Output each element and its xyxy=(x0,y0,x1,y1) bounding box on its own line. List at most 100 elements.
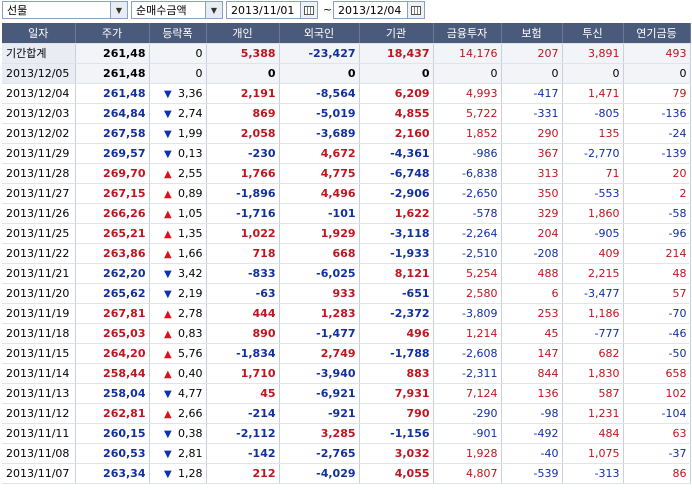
table-row[interactable]: 2013/12/02 267,58 ▼ 1,99 2,058 -3,689 2,160 1,8… xyxy=(2,123,691,144)
table-row[interactable]: 2013/11/27 267,15 ▲ 0,89 -1,896 4,496 -2,906 -2… xyxy=(2,183,691,204)
down-arrow-icon: ▼ xyxy=(164,88,172,100)
cell-financial-investment: -290 xyxy=(433,403,502,424)
cell-change: ▲ 1,05 xyxy=(149,203,207,224)
down-arrow-icon: ▼ xyxy=(164,428,172,440)
table-row[interactable]: 2013/12/03 264,84 ▼ 2,74 869 -5,019 4,855 5,722… xyxy=(2,103,691,124)
calendar-icon[interactable] xyxy=(407,2,424,18)
metric-select[interactable]: 순매수금액 ▼ xyxy=(131,1,223,19)
table-row[interactable]: 2013/11/19 267,81 ▲ 2,78 444 1,283 -2,372 -3,80… xyxy=(2,303,691,324)
table-row[interactable]: 2013/11/20 265,62 ▼ 2,19 -63 933 -651 2,580 6 -3,… xyxy=(2,283,691,304)
cell-insurance: -417 xyxy=(501,83,563,104)
start-date-field[interactable]: 2013/11/01 xyxy=(226,1,318,19)
cell-price: 265,62 xyxy=(75,283,150,304)
cell-individual: -230 xyxy=(206,143,280,164)
market-select[interactable]: 선물 ▼ xyxy=(2,1,128,19)
cell-pension: 2 xyxy=(623,183,691,204)
cell-individual: 5,388 xyxy=(206,43,280,64)
table-row[interactable]: 2013/11/21 262,20 ▼ 3,42 -833 -6,025 8,121 5,25… xyxy=(2,263,691,284)
table-row[interactable]: 2013/11/14 258,44 ▲ 0,40 1,710 -3,940 883 -2,31… xyxy=(2,363,691,384)
cell-financial-investment: -2,264 xyxy=(433,223,502,244)
table-row[interactable]: 2013/11/28 269,70 ▲ 2,55 1,766 4,775 -6,748 -6,… xyxy=(2,163,691,184)
cell-insurance: -208 xyxy=(501,243,563,264)
cell-investment-trust: -905 xyxy=(562,223,624,244)
cell-price: 264,20 xyxy=(75,343,150,364)
table-row[interactable]: 2013/11/22 263,86 ▲ 1,66 718 668 -1,933 -2,510-… xyxy=(2,243,691,264)
table-row[interactable]: 2013/11/08 260,53 ▼ 2,81 -142 -2,765 3,032 1,92… xyxy=(2,443,691,464)
chevron-down-icon[interactable]: ▼ xyxy=(110,2,127,18)
cell-foreign: 4,496 xyxy=(279,183,360,204)
cell-date: 2013/11/13 xyxy=(2,383,76,404)
up-arrow-icon: ▲ xyxy=(164,368,172,380)
cell-date: 2013/11/11 xyxy=(2,423,76,444)
down-arrow-icon: ▼ xyxy=(164,468,172,480)
table-row[interactable]: 2013/11/15 264,20 ▲ 5,76 -1,834 2,749 -1,788 -2… xyxy=(2,343,691,364)
chevron-down-icon[interactable]: ▼ xyxy=(205,2,222,18)
header-individual[interactable]: 개인 xyxy=(206,23,280,44)
header-date[interactable]: 일자 xyxy=(2,23,76,44)
header-investment-trust[interactable]: 투신 xyxy=(562,23,624,44)
cell-institution: 6,209 xyxy=(359,83,434,104)
cell-investment-trust: -313 xyxy=(562,463,624,484)
cell-pension: 658 xyxy=(623,363,691,384)
cell-insurance: 844 xyxy=(501,363,563,384)
end-date-field[interactable]: 2013/12/04 xyxy=(333,1,425,19)
up-arrow-icon: ▲ xyxy=(164,308,172,320)
cell-individual: -1,896 xyxy=(206,183,280,204)
table-row[interactable]: 2013/11/12 262,81 ▲ 2,66 -214 -921 790 -290 -98 1… xyxy=(2,403,691,424)
change-value: 2,74 xyxy=(178,106,203,120)
table-row[interactable]: 2013/11/29 269,57 ▼ 0,13 -230 4,672 -4,361 -986… xyxy=(2,143,691,164)
cell-financial-investment: 14,176 xyxy=(433,43,502,64)
cell-insurance: 6 xyxy=(501,283,563,304)
cell-financial-investment: -2,608 xyxy=(433,343,502,364)
table-row[interactable]: 2013/11/07 263,34 ▼ 1,28 212 -4,029 4,055 4,807… xyxy=(2,463,691,484)
change-value: 3,42 xyxy=(178,266,203,280)
table-row[interactable]: 2013/11/26 266,26 ▲ 1,05 -1,716 -101 1,622 -578… xyxy=(2,203,691,224)
cell-insurance: 350 xyxy=(501,183,563,204)
cell-date: 2013/11/19 xyxy=(2,303,76,324)
cell-price: 262,20 xyxy=(75,263,150,284)
header-change[interactable]: 등락폭 xyxy=(149,23,207,44)
cell-change: ▲ 2,66 xyxy=(149,403,207,424)
cell-financial-investment: 1,852 xyxy=(433,123,502,144)
table-row[interactable]: 2013/11/11 260,15 ▼ 0,38 -2,112 3,285 -1,156 -9… xyxy=(2,423,691,444)
header-pension[interactable]: 연기금등 xyxy=(623,23,691,44)
cell-change: ▲ 1,35 xyxy=(149,223,207,244)
cell-change: ▲ 0,89 xyxy=(149,183,207,204)
change-value: 5,76 xyxy=(178,346,203,360)
calendar-icon[interactable] xyxy=(300,2,317,18)
change-value: 3,36 xyxy=(178,86,203,100)
summary-row[interactable]: 2013/12/05 261,48 0 0 0 0 0 0 0 0 xyxy=(2,63,691,84)
table-row[interactable]: 2013/11/25 265,21 ▲ 1,35 1,022 1,929 -3,118 -2,… xyxy=(2,223,691,244)
change-value: 2,19 xyxy=(178,286,203,300)
cell-financial-investment: 2,580 xyxy=(433,283,502,304)
cell-date: 2013/12/04 xyxy=(2,83,76,104)
investor-trading-table: 일자 주가 등락폭 개인 외국인 기관 금융투자 보험 투신 연기금등 기간합계 261,48 0 5,… xyxy=(2,23,691,484)
table-row[interactable]: 2013/12/04 261,48 ▼ 3,36 2,191 -8,564 6,209 4,9… xyxy=(2,83,691,104)
cell-institution: -2,372 xyxy=(359,303,434,324)
cell-change: ▼ 2,19 xyxy=(149,283,207,304)
header-price[interactable]: 주가 xyxy=(75,23,150,44)
cell-individual: 1,022 xyxy=(206,223,280,244)
summary-row[interactable]: 기간합계 261,48 0 5,388 -23,427 18,437 14,176 207 3,… xyxy=(2,43,691,64)
header-foreign[interactable]: 외국인 xyxy=(279,23,360,44)
cell-insurance: 45 xyxy=(501,323,563,344)
header-insurance[interactable]: 보험 xyxy=(501,23,563,44)
header-institution[interactable]: 기관 xyxy=(359,23,434,44)
cell-change: ▼ 1,28 xyxy=(149,463,207,484)
change-value: 2,66 xyxy=(178,406,203,420)
cell-change: ▲ 2,78 xyxy=(149,303,207,324)
cell-date: 2013/11/20 xyxy=(2,283,76,304)
table-row[interactable]: 2013/11/13 258,04 ▼ 4,77 45 -6,921 7,931 7,124 1… xyxy=(2,383,691,404)
cell-individual: 1,710 xyxy=(206,363,280,384)
cell-foreign: 933 xyxy=(279,283,360,304)
cell-price: 261,48 xyxy=(75,83,150,104)
cell-financial-investment: 7,124 xyxy=(433,383,502,404)
table-row[interactable]: 2013/11/18 265,03 ▲ 0,83 890 -1,477 496 1,214 45… xyxy=(2,323,691,344)
cell-institution: 496 xyxy=(359,323,434,344)
cell-insurance: 0 xyxy=(501,63,563,84)
cell-foreign: -921 xyxy=(279,403,360,424)
header-financial-investment[interactable]: 금융투자 xyxy=(433,23,502,44)
cell-individual: 444 xyxy=(206,303,280,324)
start-date-value: 2013/11/01 xyxy=(231,3,295,17)
cell-foreign: -8,564 xyxy=(279,83,360,104)
